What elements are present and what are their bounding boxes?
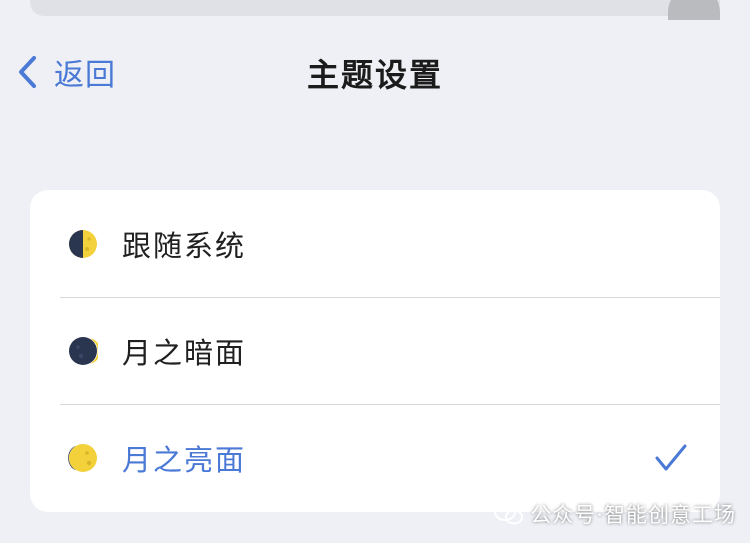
top-bar-knob <box>668 0 720 20</box>
theme-option-follow-system[interactable]: 跟随系统 <box>30 190 720 297</box>
bright-moon-icon <box>68 443 97 472</box>
top-scroll-bar <box>30 0 720 16</box>
theme-option-label: 月之亮面 <box>122 442 247 477</box>
theme-option-dark[interactable]: 月之暗面 <box>30 297 720 404</box>
watermark: 公众号·智能创意工场 <box>494 499 736 529</box>
navigation-bar: 返回 主题设置 <box>0 40 750 102</box>
checkmark-icon <box>655 444 687 470</box>
wechat-icon <box>494 503 524 525</box>
theme-option-label: 跟随系统 <box>122 228 247 263</box>
half-moon-icon <box>69 229 97 258</box>
page-title: 主题设置 <box>306 56 443 94</box>
dark-moon-icon <box>69 336 98 365</box>
theme-options-list: 跟随系统 月之暗面 月之亮面 <box>30 190 720 512</box>
theme-option-bright[interactable]: 月之亮面 <box>30 404 720 511</box>
watermark-text: 公众号·智能创意工场 <box>530 503 736 527</box>
theme-option-label: 月之暗面 <box>122 335 247 370</box>
